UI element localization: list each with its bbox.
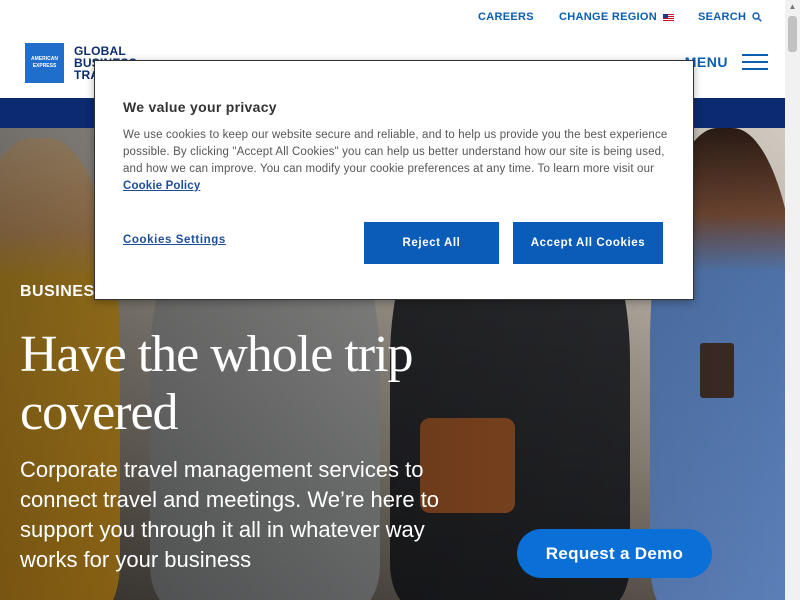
scroll-thumb[interactable]	[788, 16, 797, 52]
change-region-link[interactable]: CHANGE REGION	[559, 11, 675, 23]
hero-subhead: Corporate travel management services to …	[20, 457, 440, 572]
logo-box-line-1: AMERICAN	[31, 56, 58, 62]
request-demo-button[interactable]: Request a Demo	[517, 529, 712, 578]
cookie-dialog-title: We value your privacy	[123, 99, 277, 115]
menu-button[interactable]: MENU	[685, 54, 768, 70]
hero-headline: Have the whole trip covered	[20, 326, 414, 441]
utility-bar: CAREERS CHANGE REGION SEARCH	[0, 0, 785, 36]
cookie-consent-dialog: We value your privacy We use cookies to …	[94, 60, 694, 300]
hamburger-menu-icon	[742, 54, 768, 70]
cookie-dialog-text: We use cookies to keep our website secur…	[123, 129, 668, 175]
amex-logo[interactable]: AMERICAN EXPRESS	[25, 43, 64, 83]
search-icon	[752, 12, 763, 22]
cookie-dialog-body: We use cookies to keep our website secur…	[123, 127, 668, 195]
careers-link[interactable]: CAREERS	[478, 11, 534, 23]
cookies-settings-link[interactable]: Cookies Settings	[123, 234, 226, 246]
careers-label: CAREERS	[478, 11, 534, 23]
hero-eyebrow: BUSINESS	[20, 283, 106, 300]
search-link[interactable]: SEARCH	[698, 11, 763, 23]
change-region-label: CHANGE REGION	[559, 11, 658, 23]
search-label: SEARCH	[698, 11, 747, 23]
page: CAREERS CHANGE REGION SEARCH AMERICAN EX…	[0, 0, 785, 600]
cookie-policy-link[interactable]: Cookie Policy	[123, 180, 200, 192]
scroll-up-arrow-icon[interactable]: ▲	[785, 0, 800, 14]
logo-box-line-2: EXPRESS	[32, 63, 57, 69]
reject-all-button[interactable]: Reject All	[364, 222, 499, 264]
us-flag-icon	[663, 13, 675, 21]
accept-all-cookies-button[interactable]: Accept All Cookies	[513, 222, 663, 264]
vertical-scrollbar[interactable]: ▲	[785, 0, 800, 600]
